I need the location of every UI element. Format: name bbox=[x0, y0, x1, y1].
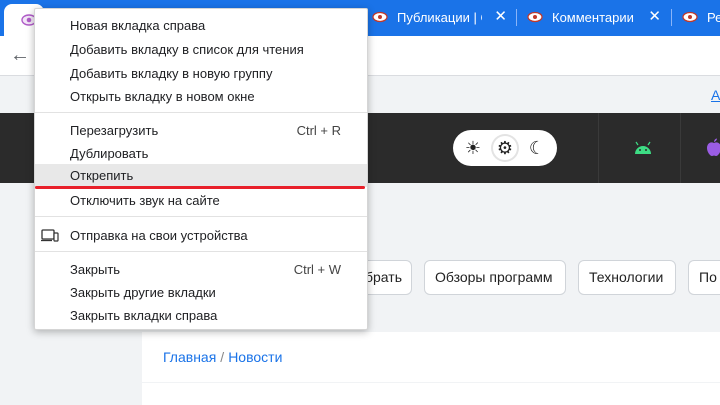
menu-item-label: Перезагрузить bbox=[70, 123, 159, 138]
tab-close-icon[interactable]: ✕ bbox=[494, 9, 507, 24]
sun-icon[interactable]: ☀ bbox=[461, 136, 485, 160]
corner-link[interactable]: A bbox=[711, 87, 720, 103]
menu-item-unpin[interactable]: Открепить bbox=[35, 164, 367, 187]
back-arrow-icon[interactable]: ← bbox=[8, 44, 32, 68]
menu-item-open-new-window[interactable]: Открыть вкладку в новом окне bbox=[35, 85, 367, 108]
menu-shortcut: Ctrl + W bbox=[293, 262, 341, 277]
chip-category[interactable]: Обзоры программ bbox=[424, 260, 566, 295]
content-card: Главная / Новости bbox=[142, 332, 720, 382]
site-favicon-icon bbox=[527, 11, 543, 23]
tab-context-menu: Новая вкладка справа Добавить вкладку в … bbox=[34, 8, 368, 330]
android-icon[interactable] bbox=[633, 141, 653, 155]
tab-title: Комментарии П bbox=[552, 9, 637, 25]
menu-item-label: Добавить вкладку в список для чтения bbox=[70, 42, 304, 57]
menu-shortcut: Ctrl + R bbox=[296, 123, 341, 138]
menu-item-label: Закрыть вкладки справа bbox=[70, 308, 218, 323]
breadcrumb-current-link[interactable]: Новости bbox=[228, 349, 282, 365]
tab-publications[interactable]: Публикации | Cl ✕ bbox=[372, 0, 507, 34]
menu-item-add-reading-list[interactable]: Добавить вкладку в список для чтения bbox=[35, 38, 367, 61]
breadcrumb: Главная / Новости bbox=[163, 349, 282, 365]
menu-item-label: Дублировать bbox=[70, 146, 149, 161]
menu-item-add-to-group[interactable]: Добавить вкладку в новую группу bbox=[35, 62, 367, 85]
menu-item-close-others[interactable]: Закрыть другие вкладки bbox=[35, 281, 367, 304]
tab-separator bbox=[516, 9, 517, 26]
menu-item-label: Открепить bbox=[70, 168, 134, 183]
tab-separator bbox=[671, 9, 672, 26]
menu-item-reload[interactable]: Перезагрузить Ctrl + R bbox=[35, 119, 367, 142]
header-separator bbox=[680, 113, 681, 183]
menu-item-close-right[interactable]: Закрыть вкладки справа bbox=[35, 304, 367, 327]
menu-separator bbox=[35, 216, 367, 217]
site-favicon-icon bbox=[372, 11, 388, 23]
devices-icon bbox=[41, 229, 59, 242]
content-area bbox=[142, 383, 720, 405]
tab-close-icon[interactable]: ✕ bbox=[648, 9, 661, 24]
site-favicon-icon bbox=[682, 11, 698, 23]
menu-item-label: Добавить вкладку в новую группу bbox=[70, 66, 273, 81]
breadcrumb-home-link[interactable]: Главная bbox=[163, 349, 216, 365]
menu-item-label: Новая вкладка справа bbox=[70, 18, 206, 33]
menu-item-label: Закрыть bbox=[70, 262, 121, 277]
menu-item-mute-site[interactable]: Отключить звук на сайте bbox=[35, 189, 367, 212]
tab-title: Ре bbox=[707, 9, 720, 25]
tab-title: Публикации | Cl bbox=[397, 9, 482, 25]
tab-partial[interactable]: Ре bbox=[682, 0, 720, 34]
header-separator bbox=[598, 113, 599, 183]
menu-item-new-tab-right[interactable]: Новая вкладка справа bbox=[35, 14, 367, 37]
menu-item-close[interactable]: Закрыть Ctrl + W bbox=[35, 258, 367, 281]
menu-item-duplicate[interactable]: Дублировать bbox=[35, 142, 367, 165]
menu-item-label: Открыть вкладку в новом окне bbox=[70, 89, 255, 104]
chip-category[interactable]: Технологии bbox=[578, 260, 676, 295]
menu-item-label: Отправка на свои устройства bbox=[70, 228, 248, 243]
apple-icon[interactable] bbox=[706, 137, 720, 157]
breadcrumb-separator: / bbox=[220, 349, 225, 365]
menu-separator bbox=[35, 112, 367, 113]
moon-icon[interactable]: ☾ bbox=[525, 136, 549, 160]
menu-item-send-to-devices[interactable]: Отправка на свои устройства bbox=[35, 224, 367, 247]
menu-item-label: Закрыть другие вкладки bbox=[70, 285, 216, 300]
menu-item-label: Отключить звук на сайте bbox=[70, 193, 220, 208]
theme-switcher: ☀ ⚙ ☾ bbox=[453, 130, 557, 166]
menu-separator bbox=[35, 251, 367, 252]
tab-comments[interactable]: Комментарии П ✕ bbox=[527, 0, 661, 34]
gear-icon[interactable]: ⚙ bbox=[493, 136, 517, 160]
chip-category[interactable]: По bbox=[688, 260, 720, 295]
